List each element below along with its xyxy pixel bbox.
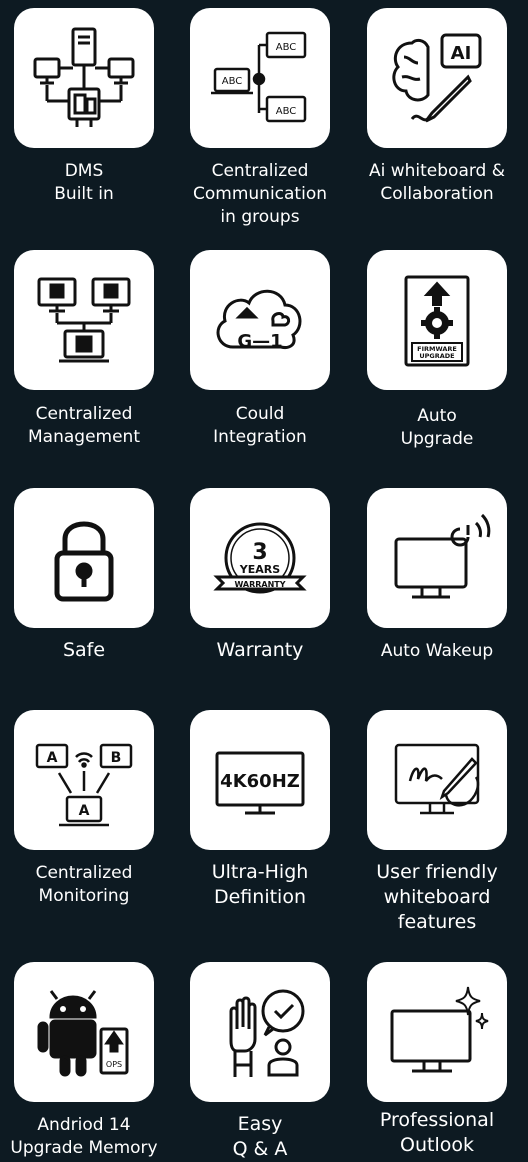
- feature-tile-wakeup: [367, 488, 507, 628]
- wakeup-monitor-icon: [394, 513, 491, 599]
- abc-text: ABC: [222, 76, 243, 87]
- label-line: Centralized: [211, 161, 309, 181]
- label-line: Safe: [62, 639, 106, 661]
- label-line: Andriod 14: [37, 1115, 131, 1135]
- label-line: features: [397, 911, 477, 933]
- ai-brain-pen-icon: AI: [392, 33, 482, 123]
- label-line: Communication: [193, 184, 327, 204]
- label-line: Management: [28, 427, 140, 447]
- label-line: Ai whiteboard &: [368, 161, 506, 181]
- feature-tile-4k: 4K60HZ: [190, 710, 330, 850]
- label-line: Centralized: [35, 404, 133, 424]
- label-line: Outlook: [400, 1134, 474, 1156]
- a-text: A: [47, 750, 58, 766]
- feature-tile-warranty: 3 YEARS WARRANTY: [190, 488, 330, 628]
- whiteboard-hand-icon: [394, 743, 480, 815]
- feature-label-wakeup: Auto Wakeup: [349, 640, 525, 663]
- label-line: DMS: [64, 161, 104, 181]
- raised-hand-check-icon: [229, 989, 305, 1077]
- ai-text: AI: [451, 43, 472, 64]
- label-line: Auto Wakeup: [380, 641, 494, 661]
- feature-tile-whiteboard: [367, 710, 507, 850]
- label-line: Centralized: [35, 863, 133, 883]
- label-line: Collaboration: [380, 184, 494, 204]
- feature-label-cloud: Could Integration: [172, 403, 348, 449]
- feature-label-management: Centralized Management: [0, 403, 172, 449]
- feature-label-monitoring: Centralized Monitoring: [0, 862, 172, 908]
- centralized-communication-icon: ABC ABC ABC: [211, 31, 307, 123]
- label-line: Upgrade Memory: [10, 1138, 158, 1158]
- feature-label-4k: Ultra-High Definition: [172, 860, 348, 910]
- feature-label-safe: Safe: [0, 638, 172, 663]
- feature-label-ai-whiteboard: Ai whiteboard & Collaboration: [349, 160, 525, 206]
- feature-tile-android: OPS: [14, 962, 154, 1102]
- years-number-text: 3: [252, 540, 267, 565]
- feature-label-dms: DMS Built in: [0, 160, 172, 206]
- warranty-badge-icon: 3 YEARS WARRANTY: [213, 522, 307, 594]
- firmware-upgrade-icon: FIRMWARE UPGRADE: [404, 275, 470, 367]
- label-line: Upgrade: [400, 429, 474, 449]
- centralized-management-icon: [37, 277, 131, 363]
- centralized-monitoring-icon: A B A: [35, 743, 133, 827]
- abc-text: ABC: [276, 106, 297, 117]
- label-line: Ultra-High: [211, 861, 309, 883]
- a-text: A: [79, 803, 90, 819]
- feature-tile-upgrade: FIRMWARE UPGRADE: [367, 250, 507, 390]
- warranty-text: WARRANTY: [234, 580, 285, 589]
- label-line: Could: [235, 404, 285, 424]
- feature-tile-ai-whiteboard: AI: [367, 8, 507, 148]
- feature-tile-monitoring: A B A: [14, 710, 154, 850]
- label-line: User friendly: [376, 861, 498, 883]
- cloud-integration-icon: G—1: [216, 289, 302, 352]
- b-text: B: [111, 750, 122, 766]
- feature-tile-outlook: [367, 962, 507, 1102]
- g1-text: G—1: [237, 331, 282, 352]
- feature-label-whiteboard: User friendly whiteboard features: [349, 860, 525, 935]
- label-line: Auto: [417, 406, 457, 426]
- sparkle-monitor-icon: [390, 986, 489, 1073]
- label-line: Q & A: [232, 1138, 288, 1160]
- feature-label-communication: Centralized Communication in groups: [172, 160, 348, 229]
- label-line: Monitoring: [38, 886, 130, 906]
- android-ops-icon: OPS: [37, 990, 129, 1077]
- network-computers-icon: [33, 27, 135, 127]
- padlock-icon: [54, 521, 114, 602]
- 4k-display-icon: 4K60HZ: [215, 751, 305, 815]
- feature-label-upgrade: Auto Upgrade: [349, 405, 525, 451]
- abc-text: ABC: [276, 42, 297, 53]
- label-line: Warranty: [216, 639, 304, 661]
- label-line: Definition: [213, 886, 306, 908]
- feature-tile-communication: ABC ABC ABC: [190, 8, 330, 148]
- years-text: YEARS: [239, 563, 280, 576]
- feature-tile-safe: [14, 488, 154, 628]
- feature-tile-management: [14, 250, 154, 390]
- label-line: whiteboard: [383, 886, 491, 908]
- label-line: Built in: [54, 184, 114, 204]
- label-line: Easy: [237, 1113, 283, 1135]
- feature-label-outlook: Professional Outlook: [349, 1108, 525, 1158]
- feature-tile-dms: [14, 8, 154, 148]
- upgrade-text: UPGRADE: [419, 352, 454, 360]
- label-line: in groups: [220, 207, 300, 227]
- ops-text: OPS: [106, 1060, 122, 1069]
- label-line: Integration: [213, 427, 307, 447]
- feature-label-warranty: Warranty: [172, 638, 348, 663]
- label-line: Professional: [379, 1109, 495, 1131]
- feature-tile-qa: [190, 962, 330, 1102]
- resolution-text: 4K60HZ: [220, 771, 300, 792]
- feature-tile-cloud: G—1: [190, 250, 330, 390]
- feature-label-android: Andriod 14 Upgrade Memory: [0, 1114, 172, 1160]
